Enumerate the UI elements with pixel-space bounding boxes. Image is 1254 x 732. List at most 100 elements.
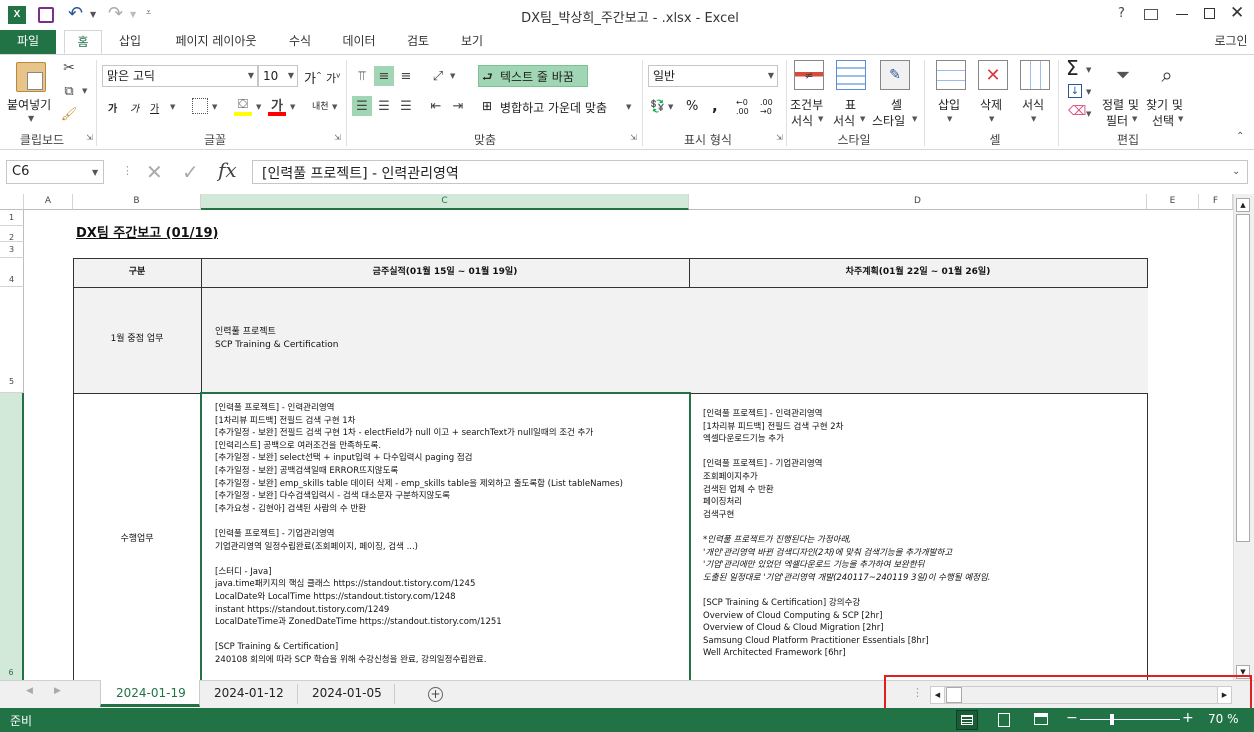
zoom-slider[interactable] — [1080, 719, 1180, 720]
accounting-dropdown-icon[interactable]: ▼ — [668, 103, 673, 111]
orientation-dropdown-icon[interactable]: ▼ — [450, 72, 455, 80]
find-dropdown-icon[interactable]: ▼ — [1178, 115, 1183, 123]
find-select-button[interactable]: 찾기 및 — [1146, 96, 1183, 113]
decrease-decimal-icon[interactable]: .00 →0 — [760, 98, 773, 116]
align-bottom-icon[interactable]: ≡ — [396, 66, 416, 86]
header-next-week[interactable]: 차주계획(01월 22일 ~ 01월 26일) — [690, 266, 1146, 279]
zoom-level[interactable]: 70 % — [1208, 712, 1239, 726]
clear-icon[interactable]: ⌫ — [1068, 104, 1086, 119]
insert-function-icon[interactable]: fx — [218, 158, 237, 182]
zoom-out-icon[interactable]: − — [1066, 710, 1078, 726]
focus-category[interactable]: 1월 중점 업무 — [74, 333, 200, 346]
undo-dropdown-icon[interactable]: ▼ — [90, 10, 96, 19]
confirm-entry-icon[interactable]: ✓ — [182, 160, 199, 184]
cell-styles-dropdown-icon[interactable]: ▼ — [912, 115, 917, 123]
copy-dropdown-icon[interactable]: ▼ — [82, 87, 87, 95]
insert-cells-button[interactable]: 삽입 — [938, 96, 960, 113]
sheet-prev-icon[interactable]: ◀ — [26, 686, 33, 696]
row-header-1[interactable]: 1 — [0, 210, 24, 226]
autosum-dropdown-icon[interactable]: ▼ — [1086, 66, 1091, 74]
increase-indent-icon[interactable]: ⇥ — [448, 96, 468, 116]
number-format-combo[interactable]: 일반 ▼ — [648, 65, 778, 87]
row-header-6[interactable]: 6 — [0, 393, 24, 680]
format-cells-button[interactable]: 서식 — [1022, 96, 1044, 113]
zoom-in-icon[interactable]: + — [1182, 710, 1194, 726]
align-middle-icon[interactable]: ≡ — [374, 66, 394, 86]
format-table-button[interactable]: 표 — [845, 96, 856, 113]
underline-dropdown-icon[interactable]: ▼ — [170, 103, 175, 111]
increase-decimal-icon[interactable]: ←0.00 — [736, 98, 749, 116]
sign-in-link[interactable]: 로그인 — [1208, 30, 1254, 54]
tab-file[interactable]: 파일 — [0, 30, 56, 54]
redo-dropdown-icon[interactable]: ▼ — [130, 10, 136, 19]
number-launcher-icon[interactable]: ⇲ — [776, 133, 783, 142]
format-cells-dropdown-icon[interactable]: ▼ — [1031, 115, 1036, 123]
font-color-dropdown-icon[interactable]: ▼ — [290, 103, 295, 111]
phonetic-button[interactable]: 내천 — [312, 99, 329, 112]
conditional-format-button[interactable]: 조건부 — [790, 96, 823, 113]
add-sheet-icon[interactable]: + — [428, 687, 443, 702]
format-table-dropdown-icon[interactable]: ▼ — [860, 115, 865, 123]
minimize-icon[interactable] — [1176, 14, 1188, 15]
sheet-tab[interactable]: 2024-01-12 — [214, 686, 284, 700]
select-all-corner[interactable] — [0, 194, 24, 210]
paste-icon[interactable] — [16, 62, 46, 92]
font-size-combo[interactable]: 10 ▼ — [258, 65, 298, 87]
conditional-format-icon[interactable]: ≠ — [794, 60, 824, 90]
delete-cells-icon[interactable]: ✕ — [978, 60, 1008, 90]
customize-toolbar-icon[interactable]: ⩡ — [146, 8, 151, 18]
autosum-icon[interactable]: Σ — [1066, 56, 1079, 80]
alignment-launcher-icon[interactable]: ⇲ — [630, 133, 637, 142]
column-header-c[interactable]: C — [201, 194, 689, 210]
increase-font-icon[interactable]: 가^ — [304, 68, 322, 87]
insert-cells-icon[interactable] — [936, 60, 966, 90]
tab-data[interactable]: 데이터 — [334, 30, 384, 54]
align-top-icon[interactable]: ⫪ — [352, 66, 372, 86]
column-header-e[interactable]: E — [1147, 194, 1199, 210]
fill-icon[interactable]: ↓ — [1068, 84, 1082, 98]
close-icon[interactable]: ✕ — [1230, 3, 1244, 23]
cell-styles-button[interactable]: 셀 — [891, 96, 902, 113]
page-break-view-icon[interactable] — [1034, 713, 1048, 725]
font-name-combo[interactable]: 맑은 고딕 ▼ — [102, 65, 258, 87]
tab-home[interactable]: 홈 — [64, 30, 102, 54]
align-right-icon[interactable]: ☰ — [396, 96, 416, 116]
column-header-d[interactable]: D — [689, 194, 1147, 210]
phonetic-dropdown-icon[interactable]: ▼ — [332, 103, 337, 111]
clear-dropdown-icon[interactable]: ▼ — [1086, 110, 1091, 118]
merge-center-icon[interactable]: ⊞ — [482, 99, 492, 113]
column-header-f[interactable]: F — [1199, 194, 1233, 210]
fill-color-icon[interactable]: ⛋ — [234, 96, 252, 116]
percent-icon[interactable]: % — [686, 99, 698, 114]
merge-dropdown-icon[interactable]: ▼ — [626, 103, 631, 111]
align-center-icon[interactable]: ☰ — [374, 96, 394, 116]
tab-review[interactable]: 검토 — [396, 30, 440, 54]
sheet-next-icon[interactable]: ▶ — [54, 686, 61, 696]
focus-current[interactable]: 인력풀 프로젝트 SCP Training & Certification — [215, 326, 685, 352]
merge-center-button[interactable]: 병합하고 가운데 맞춤 — [500, 99, 607, 116]
format-cells-icon[interactable] — [1020, 60, 1050, 90]
normal-view-icon[interactable] — [956, 710, 978, 730]
vertical-scroll-thumb[interactable] — [1236, 214, 1250, 542]
format-painter-icon[interactable]: 🖌 — [60, 105, 78, 123]
cancel-entry-icon[interactable]: ✕ — [146, 160, 163, 184]
bold-button[interactable]: 가 — [108, 100, 117, 115]
collapse-ribbon-icon[interactable]: ⌃ — [1236, 131, 1244, 142]
row-header-3[interactable]: 3 — [0, 242, 24, 258]
delete-dropdown-icon[interactable]: ▼ — [989, 115, 994, 123]
cut-icon[interactable]: ✂ — [60, 59, 78, 77]
page-layout-view-icon[interactable] — [998, 713, 1010, 727]
tasks-category[interactable]: 수행업무 — [74, 533, 200, 546]
tasks-current[interactable]: [인력풀 프로젝트] - 인력관리영역 [1차리뷰 피드백] 전필드 검색 구현 … — [215, 402, 685, 680]
row-header-2[interactable]: 2 — [0, 226, 24, 242]
scroll-up-icon[interactable]: ▲ — [1236, 198, 1250, 212]
decrease-indent-icon[interactable]: ⇤ — [426, 96, 446, 116]
font-color-icon[interactable]: 가 — [268, 96, 286, 116]
align-left-icon[interactable]: ☰ — [352, 96, 372, 116]
sort-filter-icon[interactable]: ⏷ — [1108, 60, 1138, 90]
border-dropdown-icon[interactable]: ▼ — [212, 103, 217, 111]
name-box-dropdown-icon[interactable]: ▼ — [92, 168, 98, 177]
help-icon[interactable]: ? — [1118, 6, 1125, 21]
zoom-slider-thumb[interactable] — [1110, 714, 1114, 725]
report-title[interactable]: DX팀 주간보고 (01/19) — [76, 225, 218, 243]
